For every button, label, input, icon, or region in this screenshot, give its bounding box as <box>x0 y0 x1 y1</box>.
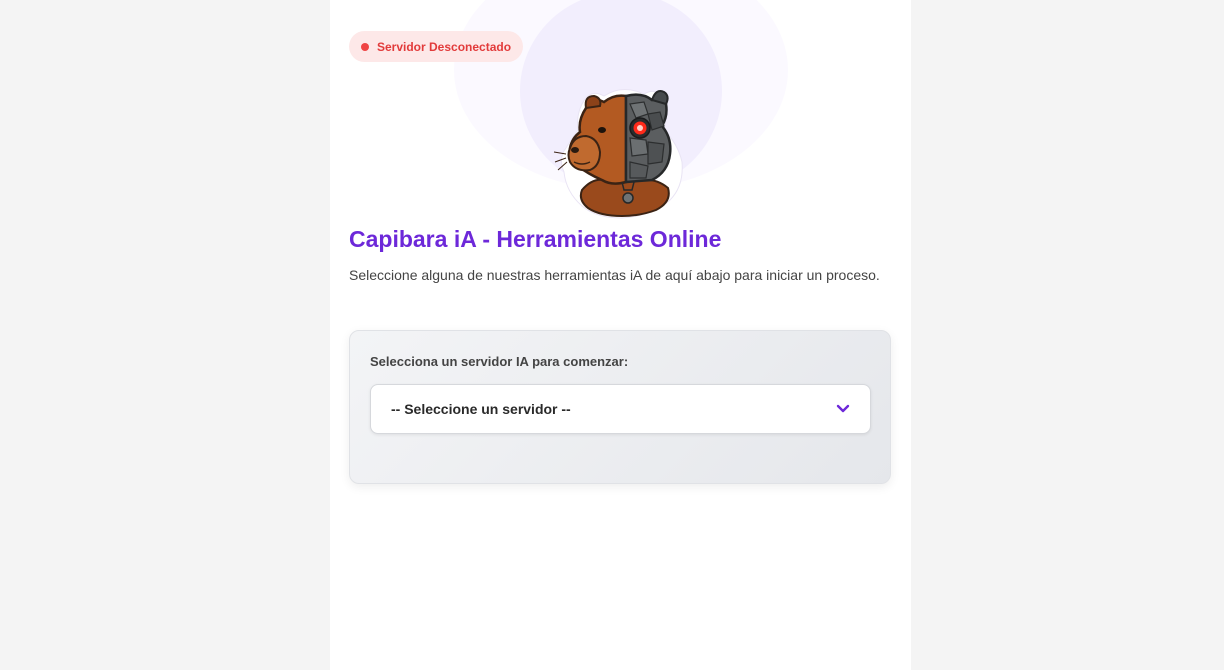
server-select-value: -- Seleccione un servidor -- <box>391 401 571 417</box>
main-panel: Servidor Desconectado Capibara iA - Herr… <box>330 0 911 670</box>
server-select-dropdown[interactable]: -- Seleccione un servidor -- <box>370 384 871 434</box>
status-badge: Servidor Desconectado <box>349 31 524 62</box>
status-text: Servidor Desconectado <box>377 39 512 54</box>
page-title: Capibara iA - Herramientas Online <box>349 226 722 252</box>
status-dot-icon <box>361 42 369 51</box>
server-select-label: Selecciona un servidor IA para comenzar: <box>370 354 629 369</box>
page-subtitle: Seleccione alguna de nuestras herramient… <box>349 267 880 283</box>
chevron-down-icon <box>836 404 850 413</box>
server-selection-card: Selecciona un servidor IA para comenzar:… <box>349 330 891 484</box>
cyborg-capybara-icon <box>553 89 683 219</box>
